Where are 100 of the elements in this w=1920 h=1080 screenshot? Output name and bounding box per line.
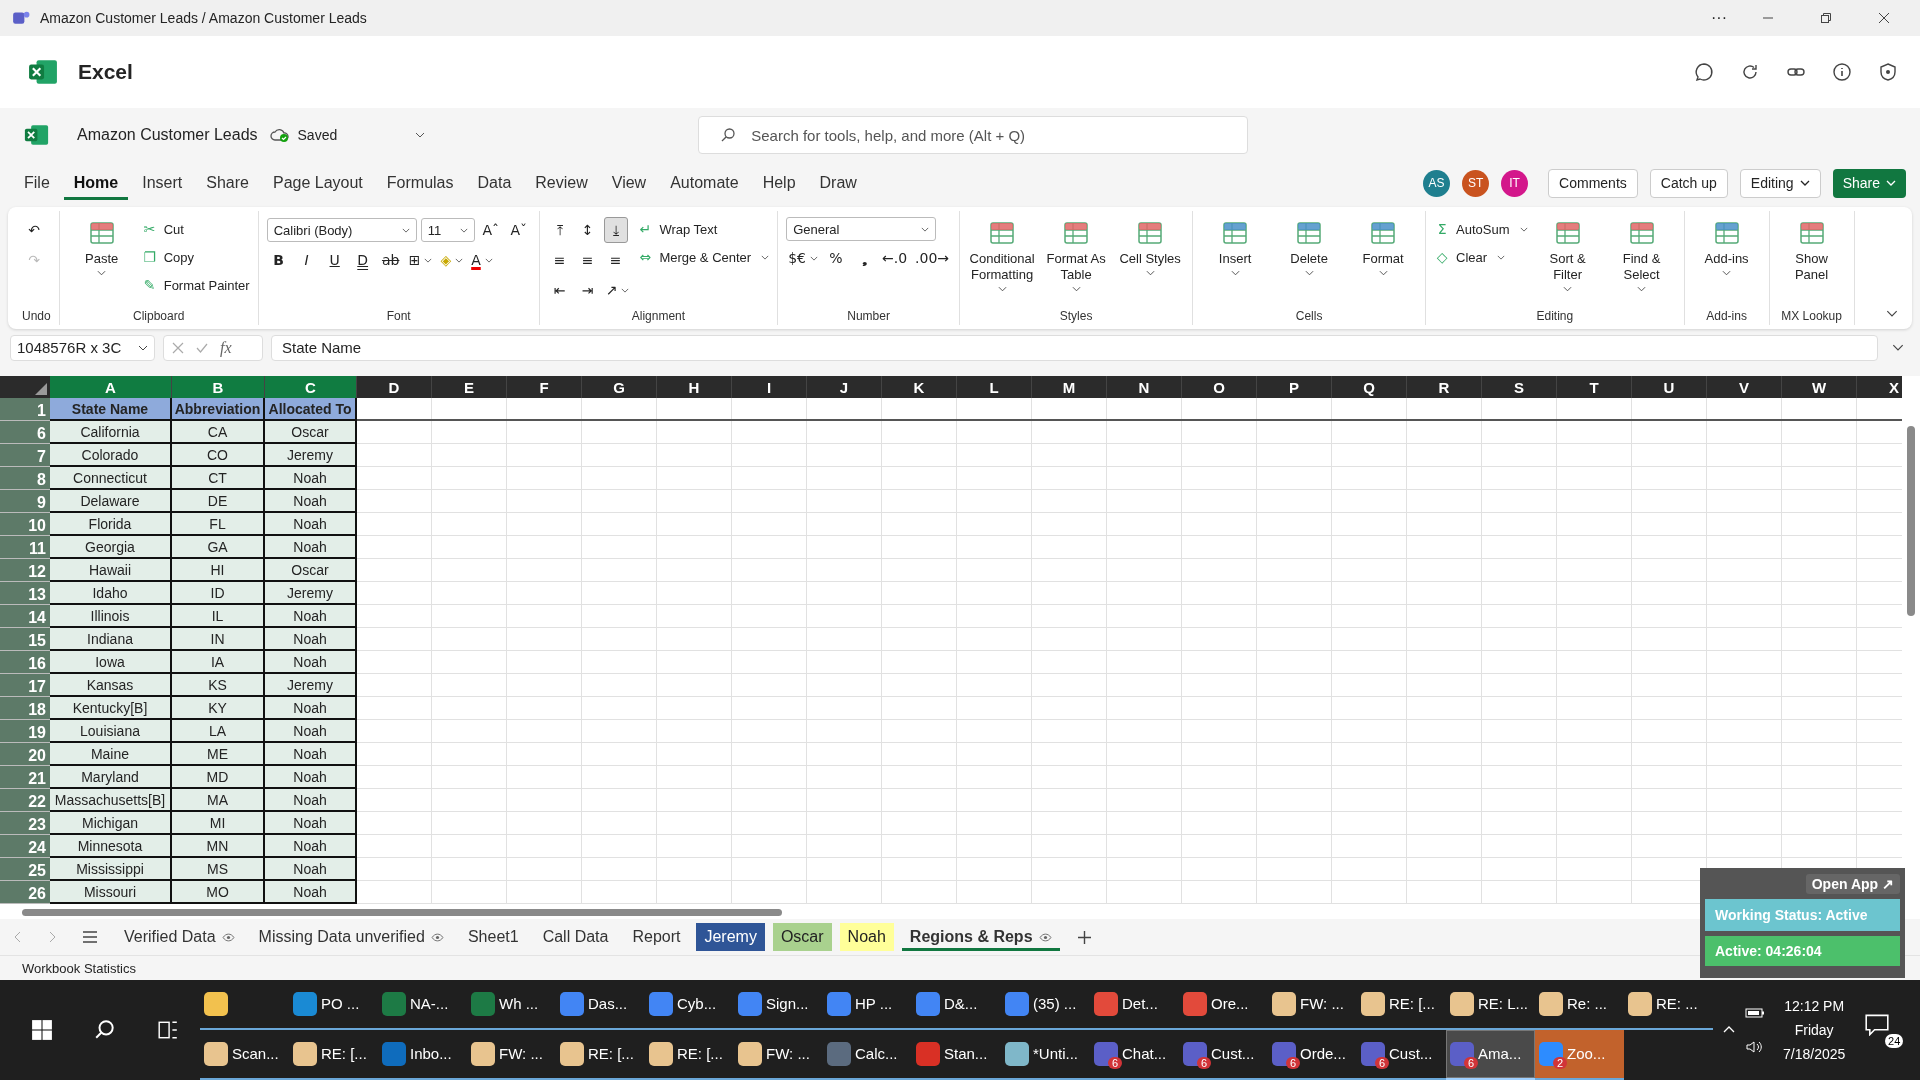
- taskbar-item[interactable]: 6 Chat...: [1090, 1030, 1179, 1080]
- taskbar-item[interactable]: Det...: [1090, 980, 1179, 1030]
- open-app-button[interactable]: Open App ↗: [1805, 874, 1900, 894]
- row-header[interactable]: 21: [0, 766, 50, 790]
- column-header[interactable]: B: [172, 376, 265, 399]
- user-avatar[interactable]: IT: [1501, 169, 1529, 197]
- taskbar-item[interactable]: Scan...: [200, 1030, 289, 1080]
- row-header[interactable]: 9: [0, 490, 50, 514]
- menu-tab[interactable]: File: [14, 166, 60, 201]
- column-header[interactable]: A: [50, 376, 172, 399]
- taskbar-item[interactable]: FW: ...: [734, 1030, 823, 1080]
- row-header[interactable]: 18: [0, 697, 50, 721]
- menu-tab[interactable]: View: [601, 166, 657, 201]
- user-avatar[interactable]: AS: [1423, 169, 1451, 197]
- ribbon-icon-button[interactable]: Aˆ: [478, 217, 503, 244]
- ribbon-button[interactable]: ◇ Clear: [1434, 245, 1506, 270]
- ribbon-button[interactable]: Conditional Formatting: [968, 211, 1037, 293]
- column-header[interactable]: N: [1107, 376, 1182, 399]
- taskbar-item[interactable]: 6 Ama...: [1446, 1030, 1535, 1080]
- ribbon-icon-button[interactable]: Aˇ: [506, 217, 531, 244]
- menu-tab[interactable]: Page Layout: [262, 166, 373, 201]
- taskbar-item[interactable]: Calc...: [823, 1030, 912, 1080]
- row-header[interactable]: 13: [0, 582, 50, 606]
- ribbon-icon-button[interactable]: ↶: [22, 217, 46, 244]
- taskbar-item[interactable]: RE: [...: [1357, 980, 1446, 1030]
- taskbar-item[interactable]: Inbo...: [378, 1030, 467, 1080]
- taskbar-item[interactable]: FW: ...: [1268, 980, 1357, 1030]
- dropdown-field[interactable]: 11: [420, 218, 475, 243]
- row-header[interactable]: 19: [0, 720, 50, 744]
- ribbon-icon-button[interactable]: ≡: [547, 247, 572, 274]
- dropdown-field[interactable]: Calibri (Body): [266, 218, 417, 243]
- row-header[interactable]: 1: [0, 398, 50, 422]
- speaker-icon[interactable]: [1745, 1040, 1765, 1054]
- ribbon-icon-button[interactable]: .00→: [913, 245, 952, 272]
- taskbar-item[interactable]: (35) ...: [1001, 980, 1090, 1030]
- check-icon[interactable]: [196, 341, 208, 354]
- notification-button[interactable]: 24: [1863, 1012, 1904, 1048]
- taskbar-item[interactable]: D&...: [912, 980, 1001, 1030]
- menu-tab[interactable]: Review: [525, 166, 598, 201]
- formula-field[interactable]: State Name: [271, 334, 1878, 361]
- taskbar-item[interactable]: Ore...: [1179, 980, 1268, 1030]
- sheet-tab[interactable]: Verified Data: [116, 923, 243, 952]
- status-text[interactable]: Workbook Statistics: [22, 960, 136, 976]
- column-header[interactable]: W: [1782, 376, 1857, 399]
- sheet-tab[interactable]: Report: [624, 923, 689, 952]
- taskbar-item[interactable]: FW: ...: [467, 1030, 556, 1080]
- column-header[interactable]: T: [1557, 376, 1632, 399]
- ribbon-icon-button[interactable]: $€: [786, 245, 820, 272]
- taskbar-item[interactable]: 6 Orde...: [1268, 1030, 1357, 1080]
- column-header[interactable]: R: [1407, 376, 1482, 399]
- ribbon-button[interactable]: Show Panel: [1777, 211, 1846, 284]
- chevron-icon[interactable]: [1886, 309, 1898, 317]
- sheet-tab[interactable]: Jeremy: [696, 923, 765, 952]
- ribbon-icon-button[interactable]: ⇤: [547, 277, 572, 304]
- ribbon-icon-button[interactable]: ⇥: [575, 277, 600, 304]
- row-header[interactable]: 20: [0, 743, 50, 767]
- ribbon-button[interactable]: Delete: [1275, 211, 1344, 277]
- row-header[interactable]: 26: [0, 881, 50, 905]
- ribbon-icon-button[interactable]: D: [350, 247, 375, 274]
- ribbon-icon-button[interactable]: ab: [378, 247, 403, 274]
- column-header[interactable]: I: [732, 376, 807, 399]
- row-header[interactable]: 6: [0, 421, 50, 445]
- menu-tab[interactable]: Formulas: [376, 166, 464, 201]
- taskbar-item[interactable]: Stan...: [912, 1030, 1001, 1080]
- sheet-tab[interactable]: Call Data: [534, 923, 617, 952]
- sheet-tab[interactable]: Oscar: [772, 923, 832, 952]
- battery-icon[interactable]: [1745, 1006, 1765, 1020]
- menu-tab[interactable]: Draw: [809, 166, 867, 201]
- menu-tab[interactable]: Home: [63, 166, 129, 201]
- column-header[interactable]: P: [1257, 376, 1332, 399]
- taskbar-item[interactable]: NA-...: [378, 980, 467, 1030]
- column-header[interactable]: O: [1182, 376, 1257, 399]
- menu-tab[interactable]: Insert: [132, 166, 193, 201]
- column-header[interactable]: H: [657, 376, 732, 399]
- ribbon-icon-button[interactable]: ≡: [603, 247, 628, 274]
- row-header[interactable]: 17: [0, 674, 50, 698]
- ribbon-icon-button[interactable]: B: [266, 247, 291, 274]
- taskbar-item[interactable]: 6 Cust...: [1179, 1030, 1268, 1080]
- more-button[interactable]: ···: [1704, 8, 1734, 27]
- dropdown-field[interactable]: General: [786, 217, 937, 242]
- ribbon-icon-button[interactable]: ❟: [852, 245, 876, 272]
- taskbar-item[interactable]: Sign...: [734, 980, 823, 1030]
- ribbon-icon-button[interactable]: U: [322, 247, 347, 274]
- function-button[interactable]: fx: [220, 338, 232, 357]
- row-header[interactable]: 15: [0, 628, 50, 652]
- row-header[interactable]: 10: [0, 513, 50, 537]
- ribbon-icon-button[interactable]: A: [469, 247, 495, 274]
- taskbar-item[interactable]: RE: [...: [289, 1030, 378, 1080]
- windows-start-icon[interactable]: [30, 1019, 53, 1041]
- chat-icon[interactable]: [1694, 61, 1714, 82]
- sheet-tab[interactable]: Sheet1: [459, 923, 527, 952]
- row-header[interactable]: 8: [0, 467, 50, 491]
- row-header[interactable]: 7: [0, 444, 50, 468]
- row-header[interactable]: 16: [0, 651, 50, 675]
- taskbar-item[interactable]: *Unti...: [1001, 1030, 1090, 1080]
- column-header[interactable]: F: [507, 376, 582, 399]
- column-header[interactable]: G: [582, 376, 657, 399]
- menu-tab[interactable]: Data: [467, 166, 522, 201]
- row-header[interactable]: 11: [0, 536, 50, 560]
- shield-icon[interactable]: [1878, 61, 1898, 82]
